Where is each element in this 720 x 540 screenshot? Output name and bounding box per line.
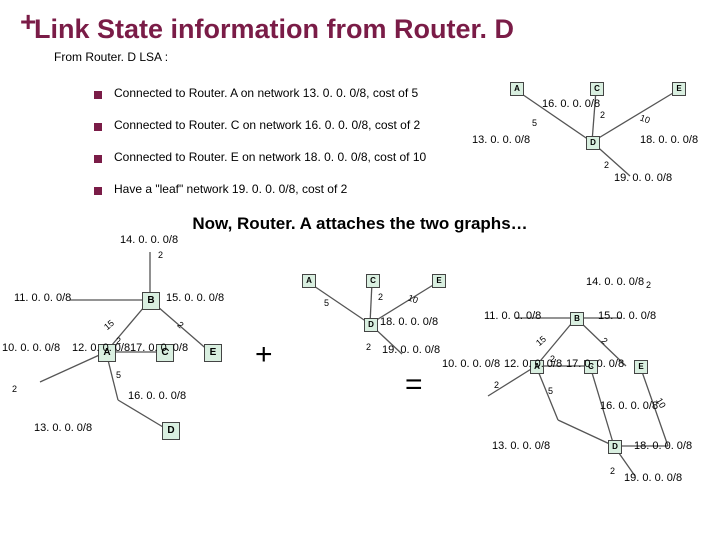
r-net-19: 19. 0. 0. 0/8 (624, 472, 682, 484)
node-d2: D (364, 318, 378, 332)
node-e: E (672, 82, 686, 96)
net-16-label: 16. 0. 0. 0/8 (542, 98, 600, 110)
node-d: D (162, 422, 180, 440)
net-17-label: 17. 0. 0. 0/8 (130, 342, 188, 354)
plus-operator: + (255, 338, 273, 372)
router-a-known-graph: B A C E D 14. 0. 0. 0/8 2 11. 0. 0. 0/8 … (6, 234, 266, 454)
lsa-bullet-2: Connected to Router. C on network 16. 0.… (94, 118, 426, 132)
r-net-15: 15. 0. 0. 0/8 (598, 310, 656, 322)
node-d: D (586, 136, 600, 150)
cost-5: 5 (116, 370, 121, 380)
net-18-label: 18. 0. 0. 0/8 (640, 134, 698, 146)
node-a: A (510, 82, 524, 96)
r-cost-12: 2 (550, 354, 555, 364)
net-19-label: 19. 0. 0. 0/8 (614, 172, 672, 184)
net-14-label: 14. 0. 0. 0/8 (120, 234, 178, 246)
r-net-17: 17. 0. 0. 0/8 (566, 358, 624, 370)
now-caption: Now, Router. A attaches the two graphs… (0, 214, 720, 234)
net-12-label: 12. 0. 0. 0/8 (72, 342, 130, 354)
lsa-bullet-list: Connected to Router. A on network 13. 0.… (54, 86, 426, 214)
page-title: Link State information from Router. D (34, 14, 514, 45)
cost-14: 2 (158, 250, 163, 260)
node-b3: B (570, 312, 584, 326)
r-net-18: 18. 0. 0. 0/8 (634, 440, 692, 452)
net-13-label-b: 13. 0. 0. 0/8 (34, 422, 92, 434)
r-net-13: 13. 0. 0. 0/8 (492, 440, 550, 452)
lsa-bullet-3: Connected to Router. E on network 18. 0.… (94, 150, 426, 164)
net-18-label-b: 18. 0. 0. 0/8 (380, 316, 438, 328)
cost-12: 2 (116, 336, 121, 346)
node-d3: D (608, 440, 622, 454)
r-net-14: 14. 0. 0. 0/8 (586, 276, 644, 288)
r-net-11: 11. 0. 0. 0/8 (484, 310, 541, 322)
r-cost-2leaf: 2 (610, 466, 615, 476)
cost-10leaf: 2 (12, 384, 17, 394)
r-net-10: 10. 0. 0. 0/8 (442, 358, 500, 370)
net-10-label: 10. 0. 0. 0/8 (2, 342, 60, 354)
edge-cost-2: 2 (600, 110, 605, 120)
lsa-bullet-1: Connected to Router. A on network 13. 0.… (94, 86, 426, 100)
edge-cost-5: 5 (532, 118, 537, 128)
cost-5b: 5 (324, 298, 329, 308)
r-cost-10leaf: 2 (494, 380, 499, 390)
router-d-lsa-graph: A C E D 5 2 10 2 18. 0. 0. 0/8 19. 0. 0.… (282, 264, 482, 424)
net-13-label: 13. 0. 0. 0/8 (472, 134, 530, 146)
lsa-bullet-4: Have a "leaf" network 19. 0. 0. 0/8, cos… (94, 182, 426, 196)
equals-operator: = (405, 368, 423, 402)
node-e3: E (634, 360, 648, 374)
edge-cost-2b: 2 (604, 160, 609, 170)
node-c: C (590, 82, 604, 96)
lsa-source-label: From Router. D LSA : (54, 50, 168, 64)
r-cost-14: 2 (646, 280, 651, 290)
node-e: E (204, 344, 222, 362)
cost-2d: 2 (366, 342, 371, 352)
r-net-16: 16. 0. 0. 0/8 (600, 400, 658, 412)
cost-2c: 2 (378, 292, 383, 302)
r-cost-5: 5 (548, 386, 553, 396)
merged-graph: B A C E D 14. 0. 0. 0/8 2 11. 0. 0. 0/8 … (470, 280, 714, 494)
net-19-label-b: 19. 0. 0. 0/8 (382, 344, 440, 356)
node-e2: E (432, 274, 446, 288)
node-a2: A (302, 274, 316, 288)
router-d-lsa-mini-graph: A C E D 5 2 10 2 16. 0. 0. 0/8 13. 0. 0.… (480, 76, 710, 206)
node-c2: C (366, 274, 380, 288)
node-b: B (142, 292, 160, 310)
net-16-label-b: 16. 0. 0. 0/8 (128, 390, 186, 402)
net-11-label: 11. 0. 0. 0/8 (14, 292, 71, 304)
net-15-label: 15. 0. 0. 0/8 (166, 292, 224, 304)
